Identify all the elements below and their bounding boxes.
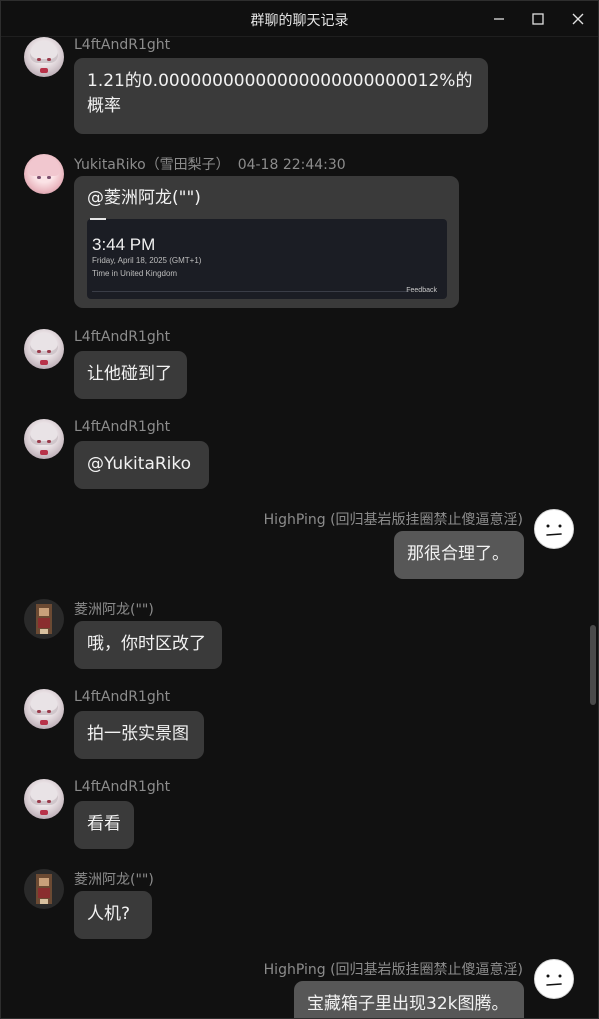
maximize-icon [532, 13, 544, 25]
neutral-face-icon [546, 974, 562, 986]
avatar[interactable] [534, 509, 574, 549]
scrollbar-thumb[interactable] [590, 625, 596, 705]
close-button[interactable] [563, 6, 593, 32]
card-location: Time in United Kingdom [92, 269, 178, 278]
neutral-face-icon [546, 524, 562, 536]
message-bubble[interactable]: @YukitaRiko [74, 441, 209, 489]
card-separator [92, 291, 409, 292]
sender-name[interactable]: L4ftAndR1ght [74, 779, 170, 795]
avatar[interactable] [24, 329, 64, 369]
sender-name[interactable]: 菱洲阿龙("") [74, 599, 154, 619]
card-date: Friday, April 18, 2025 (GMT+1) [92, 256, 202, 265]
maximize-button[interactable] [523, 6, 553, 32]
avatar[interactable] [24, 869, 64, 909]
message-timestamp: 04-18 22:44:30 [237, 157, 346, 173]
avatar[interactable] [24, 599, 64, 639]
message-bubble[interactable]: 人机? [74, 891, 152, 939]
time-card-image[interactable]: 3:44 PM Friday, April 18, 2025 (GMT+1) T… [87, 218, 447, 299]
sender-name[interactable]: 菱洲阿龙("") [74, 869, 154, 889]
card-feedback: Feedback [406, 287, 437, 294]
message-bubble[interactable]: 看看 [74, 801, 134, 849]
avatar[interactable] [24, 779, 64, 819]
sender-name[interactable]: HighPing (回归基岩版挂圈禁止傻逼意淫) [264, 959, 523, 979]
avatar[interactable] [24, 154, 64, 194]
sender-name[interactable]: L4ftAndR1ght [74, 689, 170, 705]
message-bubble[interactable]: 1.21的0.00000000000000000000000012%的概率 [74, 58, 488, 134]
sender-name[interactable]: L4ftAndR1ght [74, 37, 170, 53]
message-list[interactable]: L4ftAndR1ght 1.21的0.00000000000000000000… [1, 37, 598, 1018]
minimize-button[interactable] [484, 6, 514, 32]
avatar[interactable] [24, 37, 64, 77]
chat-history-window: 群聊的聊天记录 L4ftAndR1ght 1.21的0.000000000000… [0, 0, 599, 1019]
avatar[interactable] [534, 959, 574, 999]
message-bubble[interactable]: 拍一张实景图 [74, 711, 204, 759]
sender-name[interactable]: HighPing (回归基岩版挂圈禁止傻逼意淫) [264, 509, 523, 529]
card-divider [90, 218, 106, 220]
sender-name[interactable]: L4ftAndR1ght [74, 329, 170, 345]
sender-line: YukitaRiko（雪田梨子） 04-18 22:44:30 [74, 154, 346, 174]
message-text: @菱洲阿龙("") [87, 188, 201, 208]
sender-name[interactable]: YukitaRiko（雪田梨子） [74, 157, 230, 173]
title-bar[interactable]: 群聊的聊天记录 [1, 1, 598, 37]
avatar[interactable] [24, 689, 64, 729]
sender-name[interactable]: L4ftAndR1ght [74, 419, 170, 435]
minimize-icon [494, 18, 504, 20]
card-time: 3:44 PM [92, 235, 156, 254]
message-bubble[interactable]: 让他碰到了 [74, 351, 187, 399]
avatar[interactable] [24, 419, 64, 459]
message-bubble[interactable]: 宝藏箱子里出现32k图腾。 [294, 981, 524, 1018]
message-bubble[interactable]: 那很合理了。 [394, 531, 524, 579]
close-icon [572, 13, 584, 25]
message-bubble[interactable]: 哦，你时区改了 [74, 621, 222, 669]
